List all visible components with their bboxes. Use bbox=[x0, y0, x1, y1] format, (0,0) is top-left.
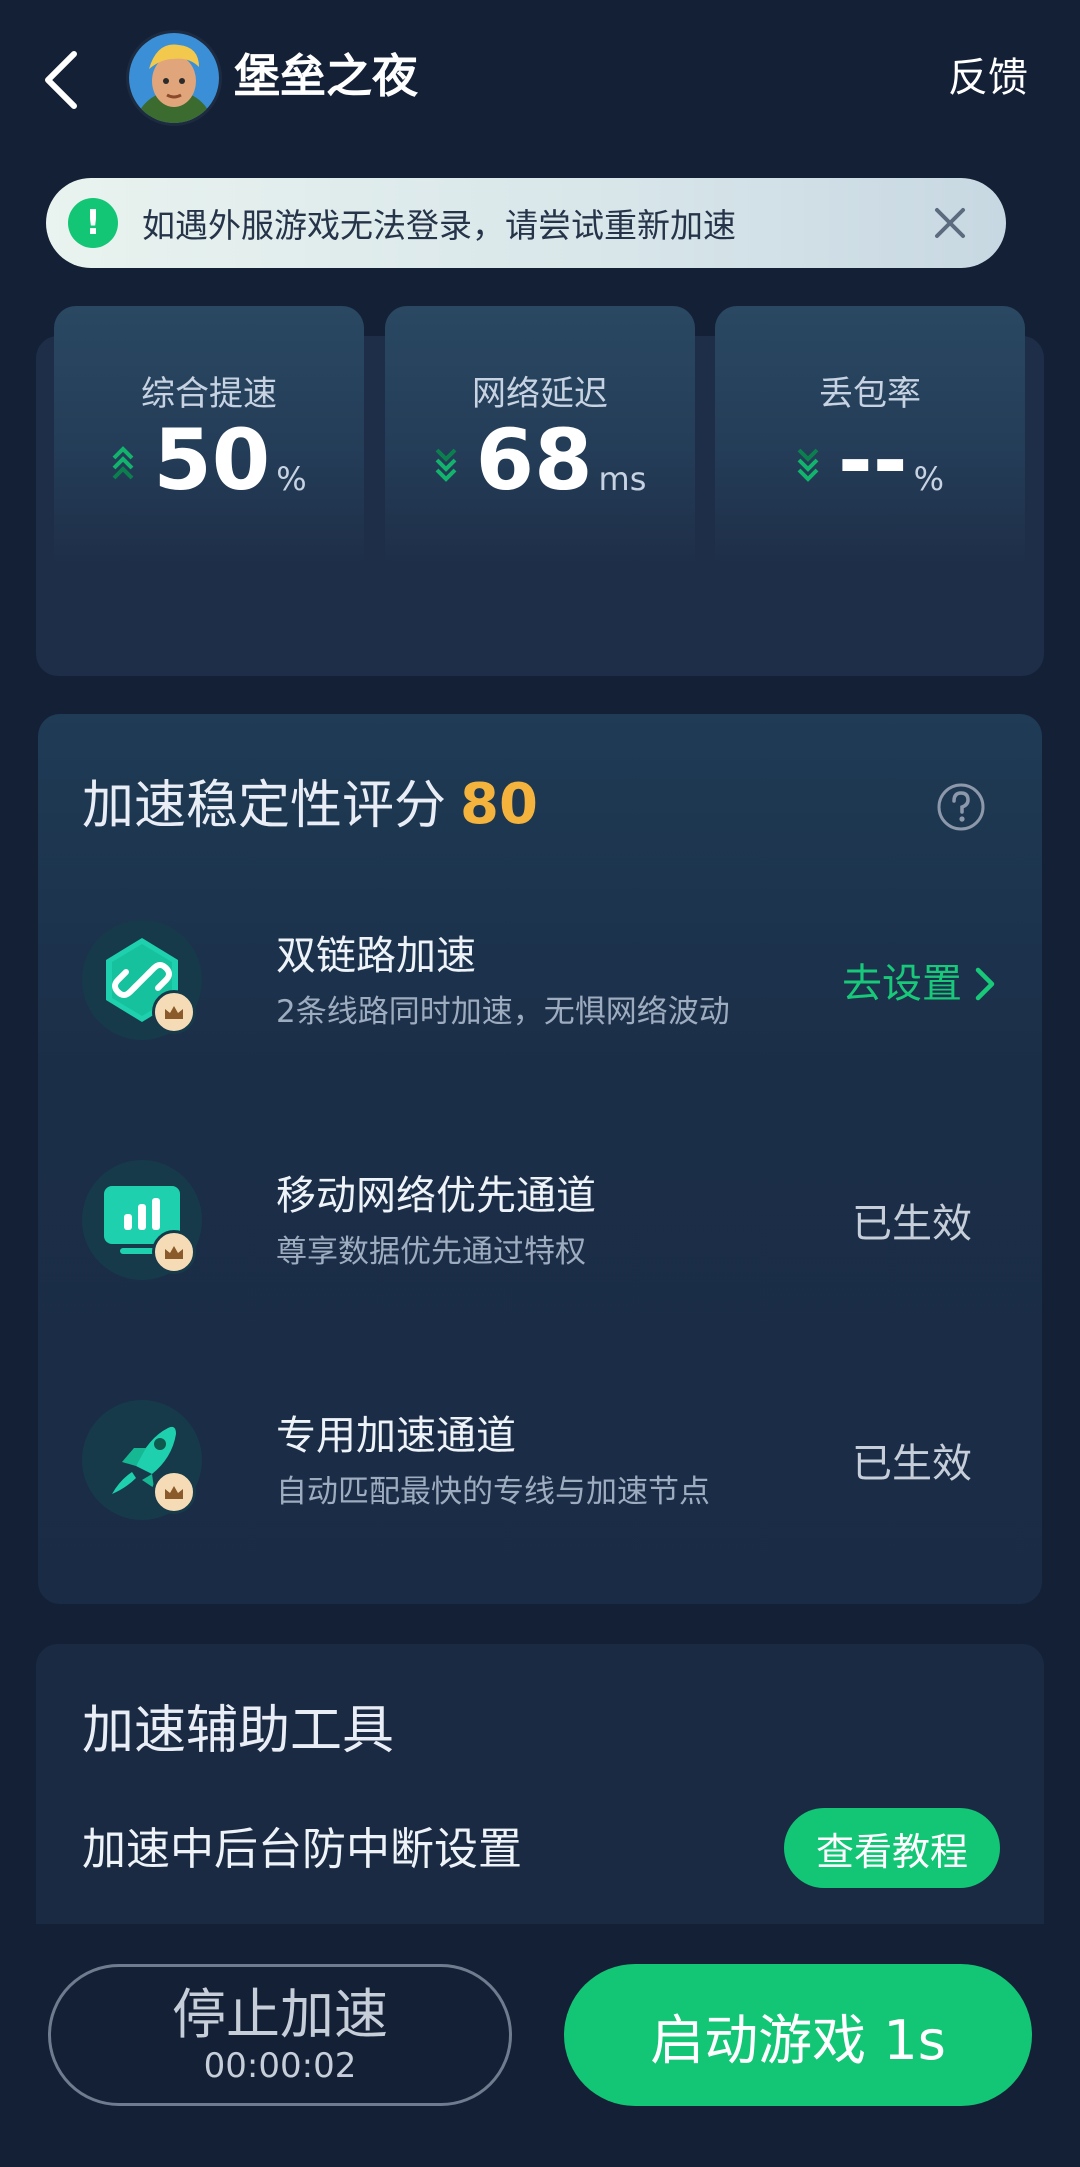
rocket-icon bbox=[82, 1400, 202, 1520]
trend-down-icon bbox=[797, 448, 819, 482]
assist-tools-card: 加速辅助工具 加速中后台防中断设置 查看教程 bbox=[36, 1644, 1044, 1944]
stop-label: 停止加速 bbox=[172, 1983, 388, 2046]
chart-icon bbox=[82, 1160, 202, 1280]
stat-unit: % bbox=[276, 460, 307, 498]
go-settings-link[interactable]: 去设置 bbox=[842, 956, 1002, 1012]
stat-value: 68 bbox=[475, 411, 593, 509]
feature-name: 专用加速通道 bbox=[276, 1413, 516, 1459]
game-avatar bbox=[126, 30, 222, 126]
vip-crown-icon bbox=[152, 990, 196, 1034]
stability-title: 加速稳定性评分 80 bbox=[82, 770, 538, 841]
feature-dedicated-channel: 专用加速通道 自动匹配最快的专线与加速节点 已生效 bbox=[82, 1400, 1002, 1530]
view-tutorial-button[interactable]: 查看教程 bbox=[784, 1808, 1000, 1888]
vip-crown-icon bbox=[152, 1470, 196, 1514]
status-active-label: 已生效 bbox=[852, 1201, 972, 1247]
feature-desc: 2条线路同时加速，无惧网络波动 bbox=[276, 994, 730, 1030]
tools-title: 加速辅助工具 bbox=[82, 1701, 395, 1761]
feature-name: 双链路加速 bbox=[276, 933, 476, 979]
feature-name: 移动网络优先通道 bbox=[276, 1173, 596, 1219]
warning-icon: ! bbox=[68, 198, 118, 248]
feature-desc: 尊享数据优先通过特权 bbox=[276, 1234, 586, 1270]
stat-unit: % bbox=[913, 460, 945, 498]
stability-score: 80 bbox=[460, 772, 538, 837]
stop-acceleration-button[interactable]: 停止加速 00:00:02 bbox=[48, 1964, 512, 2106]
stat-value: 50 bbox=[153, 411, 271, 509]
status-active-label: 已生效 bbox=[852, 1441, 972, 1487]
elapsed-timer: 00:00:02 bbox=[203, 2046, 357, 2086]
stat-label: 综合提速 bbox=[141, 374, 277, 414]
stat-value: -- bbox=[837, 411, 908, 509]
help-icon[interactable] bbox=[936, 782, 986, 832]
feature-desc: 自动匹配最快的专线与加速节点 bbox=[276, 1474, 710, 1510]
vip-crown-icon bbox=[152, 1230, 196, 1274]
go-settings-label: 去设置 bbox=[842, 961, 962, 1007]
close-icon[interactable] bbox=[920, 193, 980, 253]
notice-banner: ! 如遇外服游戏无法登录，请尝试重新加速 bbox=[46, 178, 1006, 268]
stat-card-packet-loss: 丢包率 -- % bbox=[715, 306, 1025, 566]
stat-label: 丢包率 bbox=[819, 374, 921, 414]
stat-card-speedup: 综合提速 50 % bbox=[54, 306, 364, 566]
notice-message: 如遇外服游戏无法登录，请尝试重新加速 bbox=[142, 206, 736, 245]
link-icon bbox=[82, 920, 202, 1040]
stat-card-latency: 网络延迟 68 ms bbox=[385, 306, 695, 566]
back-arrow-icon[interactable] bbox=[40, 48, 84, 112]
stat-unit: ms bbox=[598, 460, 647, 498]
chevron-right-icon bbox=[975, 967, 995, 1001]
feedback-button[interactable]: 反馈 bbox=[948, 50, 1028, 106]
launch-game-button[interactable]: 启动游戏 1s bbox=[564, 1964, 1032, 2106]
game-title: 堡垒之夜 bbox=[234, 49, 418, 103]
trend-up-icon bbox=[112, 446, 134, 480]
stability-title-text: 加速稳定性评分 bbox=[82, 776, 447, 836]
stability-card: 加速稳定性评分 80 双链路加速 2条线路同时加速，无惧网络波动 去设置 移动网… bbox=[38, 714, 1042, 1604]
stat-label: 网络延迟 bbox=[472, 374, 608, 414]
anti-interrupt-setting-label: 加速中后台防中断设置 bbox=[82, 1824, 522, 1875]
feature-mobile-priority: 移动网络优先通道 尊享数据优先通过特权 已生效 bbox=[82, 1160, 1002, 1290]
feature-dual-link: 双链路加速 2条线路同时加速，无惧网络波动 去设置 bbox=[82, 920, 1002, 1050]
trend-down-icon bbox=[435, 448, 457, 482]
